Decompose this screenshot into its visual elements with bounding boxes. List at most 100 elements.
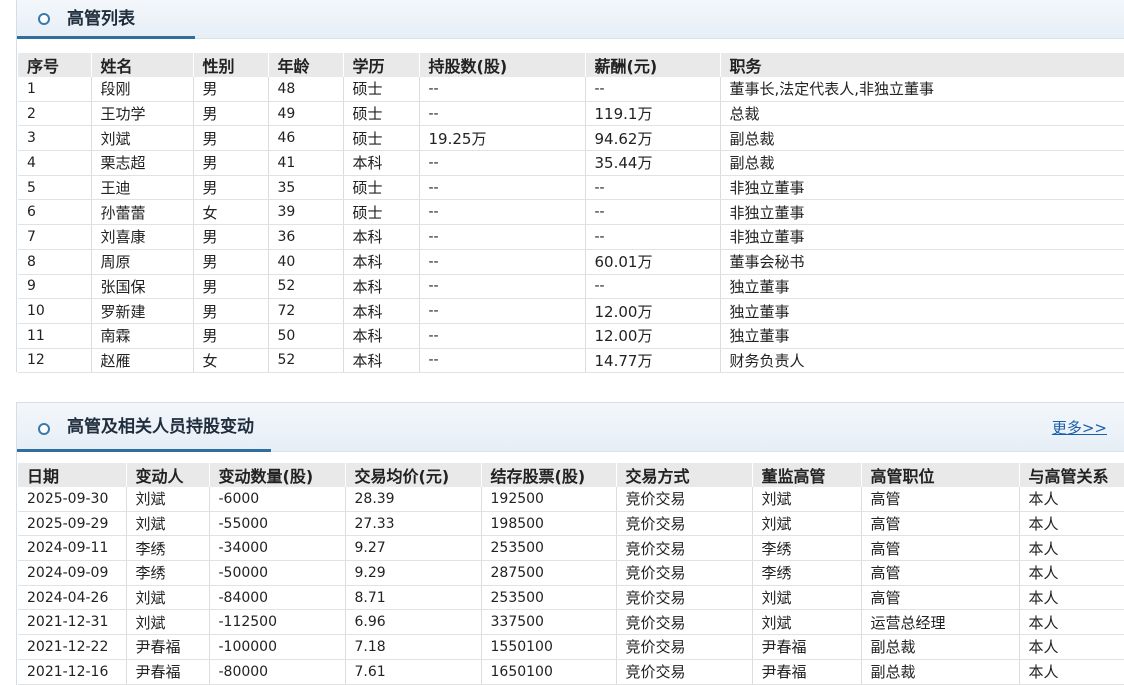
executives-cell: 财务负责人 bbox=[720, 348, 1124, 374]
header-accent-bar bbox=[17, 36, 195, 39]
executives-cell: 刘斌 bbox=[91, 125, 194, 152]
table-row: 2021-12-22 尹春福 -100000 7.18 1550100 竞价交易 尹春福 副总… bbox=[18, 634, 1124, 660]
table-row: 6 孙蕾蕾女 39 硕士 -- -- 非独立董事 bbox=[18, 199, 1124, 226]
holdings-cell: 高管 bbox=[861, 585, 1020, 611]
executives-cell: 5 bbox=[18, 175, 92, 201]
executives-column-header: 持股数(股) bbox=[419, 53, 586, 77]
holdings-cell: 刘斌 bbox=[126, 609, 210, 636]
executives-cell: 94.62万 bbox=[585, 125, 721, 152]
holdings-header-row: 日期 变动人 变动数量(股) 交易均价(元) 结存股票(股) 交易方式 董监高管 高管职位 与高… bbox=[18, 463, 1124, 487]
executives-cell: 12.00万 bbox=[585, 298, 721, 324]
table-row: 10 罗新建男 72 本科 -- 12.00万 独立董事 bbox=[18, 298, 1124, 324]
executives-cell: 周原 bbox=[91, 249, 194, 275]
holdings-column-header: 与高管关系 bbox=[1019, 463, 1124, 487]
table-row: 12 赵雁女 52 本科 -- 14.77万 财务负责人 bbox=[18, 348, 1124, 374]
executives-cell: 7 bbox=[18, 224, 92, 250]
executives-cell: -- bbox=[419, 150, 586, 176]
executives-cell: 硕士 bbox=[343, 199, 420, 226]
executives-column-header: 姓名 bbox=[91, 53, 194, 77]
executives-cell: -- bbox=[585, 224, 721, 250]
holdings-cell: 刘斌 bbox=[126, 487, 210, 512]
executives-column-header: 学历 bbox=[343, 53, 420, 77]
executives-cell: 男 bbox=[193, 274, 269, 300]
holdings-cell: 高管 bbox=[861, 560, 1020, 586]
table-row: 4 栗志超男 41 本科 -- 35.44万 副总裁 bbox=[18, 150, 1124, 176]
executives-cell: 非独立董事 bbox=[720, 224, 1124, 250]
holdings-cell: 2024-04-26 bbox=[18, 585, 127, 611]
holdings-table: 日期 变动人 变动数量(股) 交易均价(元) 结存股票(股) 交易方式 董监高管 高管职位 与高… bbox=[18, 463, 1124, 685]
holdings-cell: -80000 bbox=[209, 659, 346, 685]
executives-cell: 2 bbox=[18, 101, 92, 127]
holdings-cell: 1650100 bbox=[481, 659, 617, 685]
executives-cell: 6 bbox=[18, 199, 92, 226]
circle-bullet-icon bbox=[38, 423, 50, 435]
holdings-cell: 287500 bbox=[481, 560, 617, 586]
executives-cell: 本科 bbox=[343, 348, 420, 374]
table-row: 2025-09-30 刘斌 -6000 28.39 192500 竞价交易 刘斌 高管 本人 bbox=[18, 487, 1124, 512]
executives-cell: 男 bbox=[193, 224, 269, 250]
executives-cell: 60.01万 bbox=[585, 249, 721, 275]
executives-cell: 董事长,法定代表人,非独立董事 bbox=[720, 77, 1124, 102]
executives-cell: -- bbox=[419, 101, 586, 127]
executives-cell: -- bbox=[419, 348, 586, 374]
executives-cell: 男 bbox=[193, 175, 269, 201]
holdings-cell: 198500 bbox=[481, 511, 617, 537]
more-link[interactable]: 更多>> bbox=[1052, 417, 1107, 438]
executives-cell: 1 bbox=[18, 77, 92, 102]
holdings-cell: 副总裁 bbox=[861, 634, 1020, 660]
executives-table: 序号 姓名 性别 年龄 学历 持股数(股) 薪酬(元) 职务 1 段刚男 48 硕士 -- -- 董事长,… bbox=[18, 53, 1124, 374]
executives-cell: 男 bbox=[193, 77, 269, 102]
header-accent-bar bbox=[17, 449, 271, 452]
executives-cell: 孙蕾蕾 bbox=[91, 199, 194, 226]
holdings-cell: -84000 bbox=[209, 585, 346, 611]
executives-cell: 52 bbox=[268, 348, 344, 374]
holdings-cell: 刘斌 bbox=[126, 585, 210, 611]
holdings-cell: 副总裁 bbox=[861, 659, 1020, 685]
circle-bullet-icon bbox=[38, 13, 50, 25]
holdings-cell: 9.27 bbox=[345, 535, 482, 562]
holdings-cell: -55000 bbox=[209, 511, 346, 537]
holdings-header: 高管及相关人员持股变动 更多>> bbox=[17, 403, 1124, 452]
holdings-cell: 尹春福 bbox=[126, 634, 210, 660]
holdings-cell: -6000 bbox=[209, 487, 346, 512]
executives-cell: 男 bbox=[193, 150, 269, 176]
holdings-cell: 27.33 bbox=[345, 511, 482, 537]
holdings-cell: 2025-09-29 bbox=[18, 511, 127, 537]
holdings-cell: 本人 bbox=[1019, 487, 1124, 512]
holdings-cell: 刘斌 bbox=[752, 511, 862, 537]
holdings-title: 高管及相关人员持股变动 bbox=[67, 417, 254, 437]
holdings-cell: 李绣 bbox=[752, 560, 862, 586]
holdings-cell: 2021-12-16 bbox=[18, 659, 127, 685]
holdings-column-header: 交易均价(元) bbox=[345, 463, 482, 487]
holdings-cell: 竞价交易 bbox=[616, 560, 753, 586]
executives-cell: 35 bbox=[268, 175, 344, 201]
executives-cell: -- bbox=[419, 199, 586, 226]
holdings-cell: -34000 bbox=[209, 535, 346, 562]
executives-header-row: 序号 姓名 性别 年龄 学历 持股数(股) 薪酬(元) 职务 bbox=[18, 53, 1124, 77]
holdings-cell: 竞价交易 bbox=[616, 609, 753, 636]
executives-cell: 119.1万 bbox=[585, 101, 721, 127]
executives-cell: -- bbox=[419, 175, 586, 201]
holdings-cell: 竞价交易 bbox=[616, 487, 753, 512]
executives-cell: 11 bbox=[18, 323, 92, 349]
executives-cell: -- bbox=[419, 224, 586, 250]
executives-cell: 非独立董事 bbox=[720, 199, 1124, 226]
executives-cell: 张国保 bbox=[91, 274, 194, 300]
holdings-cell: 刘斌 bbox=[752, 609, 862, 636]
executives-cell: 副总裁 bbox=[720, 150, 1124, 176]
holdings-cell: 高管 bbox=[861, 487, 1020, 512]
executives-cell: 52 bbox=[268, 274, 344, 300]
executives-cell: 14.77万 bbox=[585, 348, 721, 374]
executives-cell: 男 bbox=[193, 101, 269, 127]
executives-cell: 男 bbox=[193, 125, 269, 152]
holdings-cell: 本人 bbox=[1019, 560, 1124, 586]
executives-column-header: 薪酬(元) bbox=[585, 53, 721, 77]
holdings-cell: 竞价交易 bbox=[616, 511, 753, 537]
holdings-cell: 2021-12-22 bbox=[18, 634, 127, 660]
executives-panel: 高管列表 序号 姓名 性别 年龄 学历 持股数(股) 薪酬(元) 职务 1 段刚男 48 硕士 -- -… bbox=[16, 0, 1124, 374]
executives-cell: 本科 bbox=[343, 323, 420, 349]
executives-cell: 本科 bbox=[343, 150, 420, 176]
holdings-cell: 尹春福 bbox=[126, 659, 210, 685]
executives-cell: 董事会秘书 bbox=[720, 249, 1124, 275]
executives-cell: -- bbox=[419, 298, 586, 324]
